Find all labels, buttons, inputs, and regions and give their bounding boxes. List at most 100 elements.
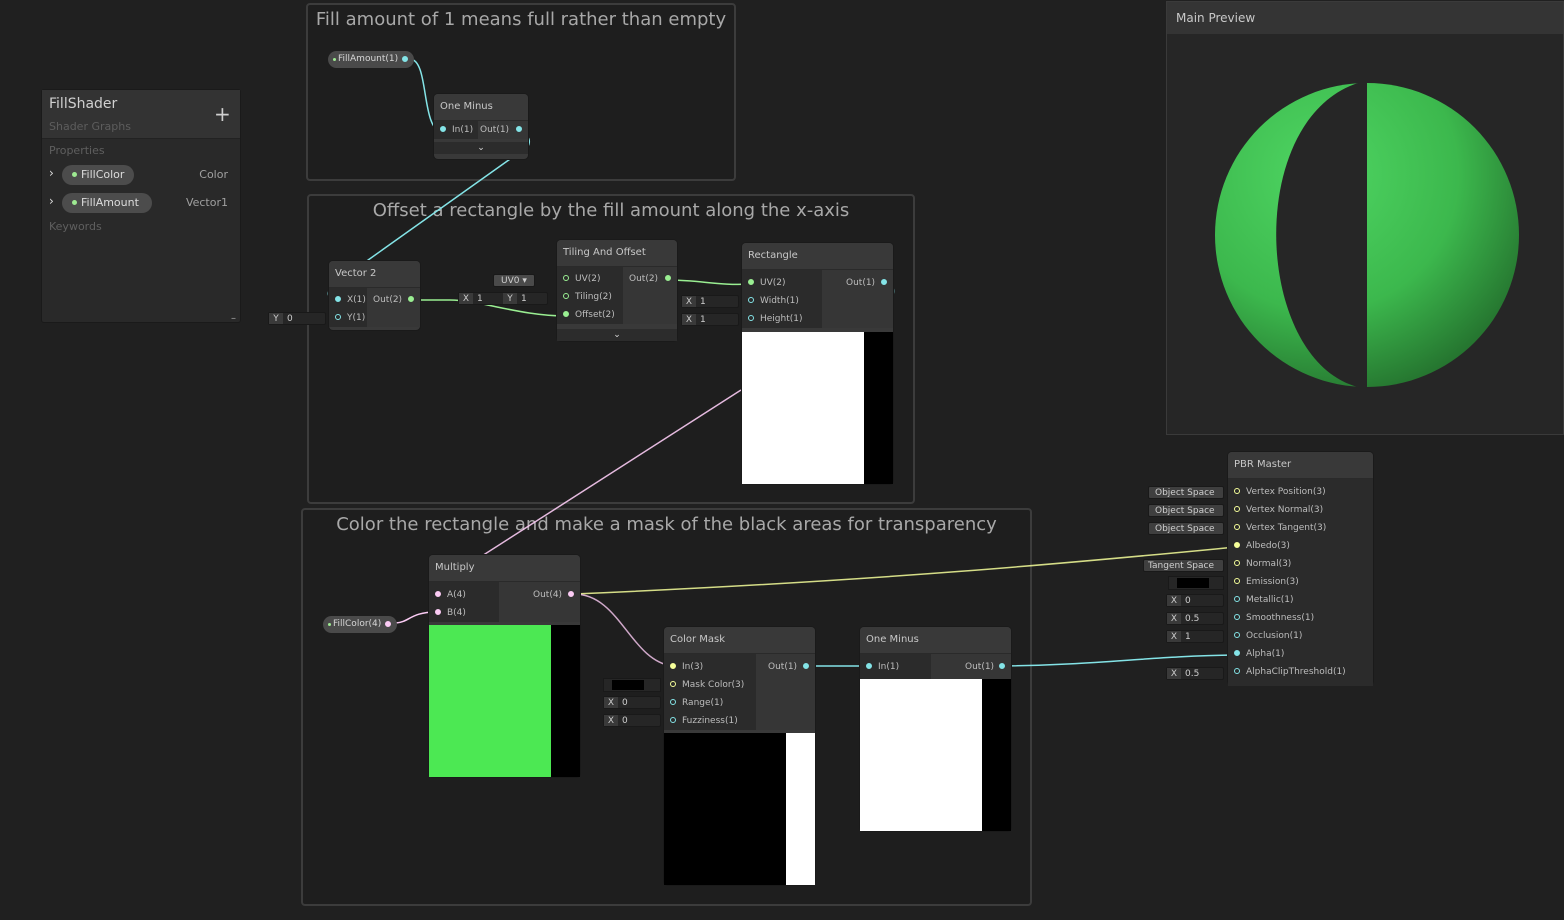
input-port-icon[interactable] — [1234, 632, 1240, 638]
input-slot-x[interactable]: X(1) — [329, 291, 367, 309]
input-slot-normal[interactable]: Normal(3) — [1228, 555, 1373, 573]
input-slot-metallic[interactable]: Metallic(1) — [1228, 591, 1373, 609]
vertex-position-space-dropdown[interactable]: Object Space — [1148, 486, 1224, 499]
output-slot-out[interactable]: Out(2) — [623, 270, 677, 288]
mask-color-swatch[interactable] — [603, 678, 661, 692]
input-port-icon[interactable] — [335, 296, 341, 302]
input-port-icon[interactable] — [1234, 596, 1240, 602]
input-slot-in[interactable]: In(1) — [860, 658, 931, 676]
input-slot-uv[interactable]: UV(2) — [557, 270, 623, 288]
property-node-fillcolor[interactable]: FillColor(4) — [323, 616, 398, 633]
group-title[interactable]: Fill amount of 1 means full rather than … — [308, 9, 734, 30]
input-slot-vertex-normal[interactable]: Vertex Normal(3) — [1228, 501, 1373, 519]
input-slot-occlusion[interactable]: Occlusion(1) — [1228, 627, 1373, 645]
input-slot-alpha[interactable]: Alpha(1) — [1228, 645, 1373, 663]
rect-height-field[interactable]: X1 — [681, 313, 739, 326]
main-preview-panel[interactable]: Main Preview — [1166, 1, 1564, 435]
chevron-right-icon[interactable]: › — [49, 194, 54, 208]
metallic-field[interactable]: X0 — [1166, 594, 1224, 607]
group-title[interactable]: Color the rectangle and make a mask of t… — [303, 514, 1030, 535]
input-port-icon[interactable] — [670, 699, 676, 705]
chevron-down-icon[interactable]: ⌄ — [557, 329, 677, 341]
node-one-minus-top[interactable]: One Minus In(1) Out(1) ⌄ — [434, 94, 528, 159]
input-slot-vertex-tangent[interactable]: Vertex Tangent(3) — [1228, 519, 1373, 537]
input-slot-y[interactable]: Y(1) — [329, 309, 367, 327]
preview-sphere[interactable] — [1214, 80, 1520, 390]
chevron-right-icon[interactable]: › — [49, 166, 54, 180]
input-slot-tiling[interactable]: Tiling(2) — [557, 288, 623, 306]
output-port-icon[interactable] — [402, 56, 409, 62]
input-slot-uv[interactable]: UV(2) — [742, 274, 822, 292]
output-port-icon[interactable] — [665, 275, 671, 281]
input-slot-a[interactable]: A(4) — [429, 586, 499, 604]
input-slot-mask-color[interactable]: Mask Color(3) — [664, 676, 756, 694]
node-pbr-master[interactable]: PBR Master Vertex Position(3) Vertex Nor… — [1228, 452, 1373, 686]
output-port-icon[interactable] — [803, 663, 809, 669]
output-port-icon[interactable] — [881, 279, 887, 285]
add-icon[interactable]: + — [214, 104, 231, 124]
input-port-icon[interactable] — [1234, 578, 1240, 584]
output-port-icon[interactable] — [385, 621, 392, 627]
output-port-icon[interactable] — [516, 126, 522, 132]
mask-fuzziness-field[interactable]: X0 — [603, 714, 661, 727]
node-vector2[interactable]: Vector 2 X(1) Y(1) Out(2) — [329, 261, 420, 330]
smoothness-field[interactable]: X 0.5 — [1166, 612, 1224, 625]
node-rectangle[interactable]: Rectangle UV(2) Width(1) Height(1) Out(1… — [742, 243, 893, 484]
blackboard-panel[interactable]: FillShader Shader Graphs + Properties › … — [41, 89, 241, 324]
input-port-icon[interactable] — [1234, 488, 1240, 494]
property-node-fillamount[interactable]: FillAmount(1) — [328, 51, 415, 68]
input-port-icon[interactable] — [1234, 542, 1240, 548]
input-slot-in[interactable]: In(3) — [664, 658, 756, 676]
input-port-icon[interactable] — [670, 663, 676, 669]
input-port-icon[interactable] — [866, 663, 872, 669]
output-slot-out[interactable]: Out(2) — [367, 291, 420, 309]
node-multiply[interactable]: Multiply A(4) B(4) Out(4) — [429, 555, 580, 777]
input-slot-height[interactable]: Height(1) — [742, 310, 822, 328]
input-slot-alpha-clip-threshold[interactable]: AlphaClipThreshold(1) — [1228, 663, 1373, 681]
alpha-clip-threshold-field[interactable]: X 0.5 — [1166, 667, 1224, 680]
input-port-icon[interactable] — [440, 126, 446, 132]
uv-channel-dropdown[interactable]: UV0 ▾ — [493, 274, 535, 287]
output-slot-out[interactable]: Out(1) — [822, 274, 893, 292]
node-color-mask[interactable]: Color Mask In(3) Mask Color(3) Range(1) … — [664, 627, 815, 885]
input-slot-fuzziness[interactable]: Fuzziness(1) — [664, 712, 756, 730]
input-port-icon[interactable] — [1234, 614, 1240, 620]
output-port-icon[interactable] — [408, 296, 414, 302]
output-port-icon[interactable] — [568, 591, 574, 597]
input-slot-range[interactable]: Range(1) — [664, 694, 756, 712]
output-slot-out[interactable]: Out(1) — [478, 121, 528, 139]
input-port-icon[interactable] — [563, 293, 569, 299]
property-pill[interactable]: FillAmount — [62, 193, 152, 213]
normal-space-dropdown[interactable]: Tangent Space — [1143, 559, 1224, 572]
input-port-icon[interactable] — [1234, 560, 1240, 566]
input-port-icon[interactable] — [748, 315, 754, 321]
input-port-icon[interactable] — [563, 311, 569, 317]
vector2-y-field[interactable]: Y0 — [268, 312, 326, 325]
output-slot-out[interactable]: Out(1) — [931, 658, 1011, 676]
input-slot-in[interactable]: In(1) — [434, 121, 478, 139]
tiling-xy-field[interactable]: X1Y1 — [458, 292, 548, 305]
input-slot-vertex-position[interactable]: Vertex Position(3) — [1228, 483, 1373, 501]
input-port-icon[interactable] — [435, 609, 441, 615]
input-port-icon[interactable] — [435, 591, 441, 597]
vertex-normal-space-dropdown[interactable]: Object Space — [1148, 504, 1224, 517]
input-port-icon[interactable] — [670, 717, 676, 723]
input-slot-albedo[interactable]: Albedo(3) — [1228, 537, 1373, 555]
input-port-icon[interactable] — [1234, 650, 1240, 656]
input-port-icon[interactable] — [670, 681, 676, 687]
property-pill[interactable]: FillColor — [62, 165, 134, 185]
chevron-down-icon[interactable]: ⌄ — [434, 142, 528, 154]
output-port-icon[interactable] — [999, 663, 1005, 669]
rect-width-field[interactable]: X1 — [681, 295, 739, 308]
mask-range-field[interactable]: X0 — [603, 696, 661, 709]
property-row-fillcolor[interactable]: › FillColor Color — [42, 164, 240, 186]
node-one-minus-bottom[interactable]: One Minus In(1) Out(1) — [860, 627, 1011, 831]
output-slot-out[interactable]: Out(4) — [499, 586, 580, 604]
output-slot-out[interactable]: Out(1) — [756, 658, 815, 676]
input-port-icon[interactable] — [563, 275, 569, 281]
resize-handle-icon[interactable]: – — [231, 313, 236, 324]
input-slot-offset[interactable]: Offset(2) — [557, 306, 623, 324]
input-port-icon[interactable] — [1234, 668, 1240, 674]
node-tiling-and-offset[interactable]: Tiling And Offset UV(2) Tiling(2) Offset… — [557, 240, 677, 341]
input-slot-width[interactable]: Width(1) — [742, 292, 822, 310]
